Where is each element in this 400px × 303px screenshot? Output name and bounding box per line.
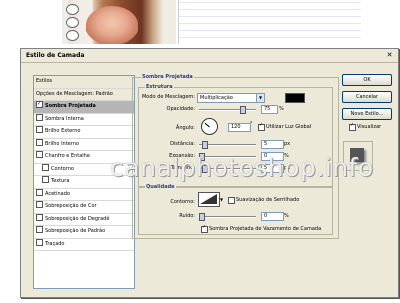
style-item-stroke[interactable]: Traçado xyxy=(34,238,134,251)
angle-label: Ângulo: xyxy=(175,125,195,131)
styles-header[interactable]: Estilos xyxy=(34,76,134,89)
blend-options-item[interactable]: Opções de Mesclagem: Padrão xyxy=(34,88,134,101)
preview-checkbox[interactable] xyxy=(349,122,356,131)
close-icon[interactable]: ✕ xyxy=(385,51,394,60)
distance-slider[interactable] xyxy=(199,141,256,149)
contour-preview[interactable] xyxy=(198,192,220,207)
title-bar: Estilo de Camada ✕ xyxy=(21,49,398,63)
contour-label: Contorno: xyxy=(170,199,195,205)
blend-mode-select[interactable]: Multiplicação ▼ xyxy=(197,93,265,103)
opacity-slider[interactable] xyxy=(199,106,256,114)
distance-slider-thumb[interactable] xyxy=(202,141,208,149)
outer-glow-checkbox[interactable] xyxy=(36,126,43,133)
distance-input[interactable]: 5 xyxy=(261,140,284,149)
style-item-label: Sobreposição de Padrão xyxy=(45,228,106,234)
quality-title: Qualidade xyxy=(145,184,176,190)
ok-button[interactable]: OK xyxy=(342,74,392,86)
style-item-pattern-overlay[interactable]: Sobreposição de Padrão xyxy=(34,226,134,239)
style-item-label: Acetinado xyxy=(45,190,70,197)
satin-checkbox[interactable] xyxy=(36,188,43,196)
watermark-text: canalphotoshop.info xyxy=(110,153,374,182)
style-item-label: Sombra Interna xyxy=(45,115,84,122)
lined-paper xyxy=(178,0,361,44)
angle-unit: ° xyxy=(250,121,253,127)
distance-unit: px xyxy=(284,141,291,147)
style-item-label: Sobreposição de Cor xyxy=(45,203,97,209)
style-item-label: Chanfro e Entalhe xyxy=(45,153,90,159)
knockout-label: Sombra Projetada de Vazamento de Camada xyxy=(209,226,322,232)
noise-label: Ruído: xyxy=(179,213,195,219)
chevron-down-icon[interactable]: ▼ xyxy=(220,197,223,202)
style-item-inner-glow[interactable]: Brilho Interno xyxy=(34,138,134,151)
style-item-drop-shadow[interactable]: Sombra Projetada xyxy=(34,99,134,114)
noise-unit: % xyxy=(284,213,289,219)
style-item-outer-glow[interactable]: Brilho Externo xyxy=(34,126,134,139)
distance-label: Distância: xyxy=(170,141,195,147)
angle-input[interactable]: 120 xyxy=(228,123,251,132)
style-item-inner-shadow[interactable]: Sombra Interna xyxy=(34,113,134,126)
styles-list: Estilos Opções de Mesclagem: Padrão Somb… xyxy=(33,75,135,289)
color-overlay-checkbox[interactable] xyxy=(36,201,43,208)
chevron-down-icon: ▼ xyxy=(256,94,264,102)
noise-slider[interactable] xyxy=(199,213,256,221)
noise-input[interactable]: 0 xyxy=(261,212,284,221)
background-photo xyxy=(62,0,176,44)
blend-mode-value: Multiplicação xyxy=(200,95,233,101)
style-item-label: Sombra Projetada xyxy=(45,103,96,109)
angle-dial[interactable] xyxy=(201,118,218,135)
global-light-checkbox[interactable] xyxy=(258,122,265,131)
texture-checkbox[interactable] xyxy=(42,176,49,183)
opacity-unit: % xyxy=(279,106,284,112)
inner-shadow-checkbox[interactable] xyxy=(36,113,43,121)
style-item-label: Contorno xyxy=(51,165,74,172)
gradient-overlay-checkbox[interactable] xyxy=(36,213,43,221)
global-light-label: Utilizar Luz Global xyxy=(266,124,312,130)
style-item-label: Traçado xyxy=(45,240,65,247)
style-item-satin[interactable]: Acetinado xyxy=(34,188,134,201)
style-item-color-overlay[interactable]: Sobreposição de Cor xyxy=(34,201,134,214)
inner-glow-checkbox[interactable] xyxy=(36,138,43,146)
opacity-input[interactable]: 75 xyxy=(261,105,278,114)
noise-slider-thumb[interactable] xyxy=(199,213,205,221)
preview-label: Visualizar xyxy=(357,124,382,130)
style-item-label: Textura xyxy=(51,178,70,184)
drop-shadow-checkbox[interactable] xyxy=(36,99,43,111)
contour-checkbox[interactable] xyxy=(42,163,49,171)
blend-mode-label: Modo de Mesclagem: xyxy=(141,94,195,100)
notebook-holes xyxy=(66,4,79,43)
style-item-label: Brilho Externo xyxy=(45,128,81,134)
antialias-checkbox[interactable] xyxy=(228,197,235,204)
antialias-label: Suavização de Serrilhado xyxy=(236,197,300,203)
stroke-checkbox[interactable] xyxy=(36,238,43,246)
style-item-label: Brilho Interno xyxy=(45,140,79,147)
pattern-overlay-checkbox[interactable] xyxy=(36,226,43,233)
opacity-label: Opacidade: xyxy=(166,106,195,112)
structure-title: Estrutura xyxy=(145,84,174,90)
opacity-slider-thumb[interactable] xyxy=(240,106,246,114)
new-style-button[interactable]: Novo Estilo... xyxy=(342,108,392,120)
cancel-button[interactable]: Cancelar xyxy=(342,91,392,103)
section-title: Sombra Projetada xyxy=(141,74,194,80)
style-item-label: Sobreposição de Degradê xyxy=(45,215,110,222)
bevel-emboss-checkbox[interactable] xyxy=(36,151,43,158)
knockout-checkbox[interactable] xyxy=(201,224,208,233)
dialog-title: Estilo de Camada xyxy=(26,52,85,59)
style-item-gradient-overlay[interactable]: Sobreposição de Degradê xyxy=(34,213,134,226)
shadow-color-swatch[interactable] xyxy=(285,93,305,103)
